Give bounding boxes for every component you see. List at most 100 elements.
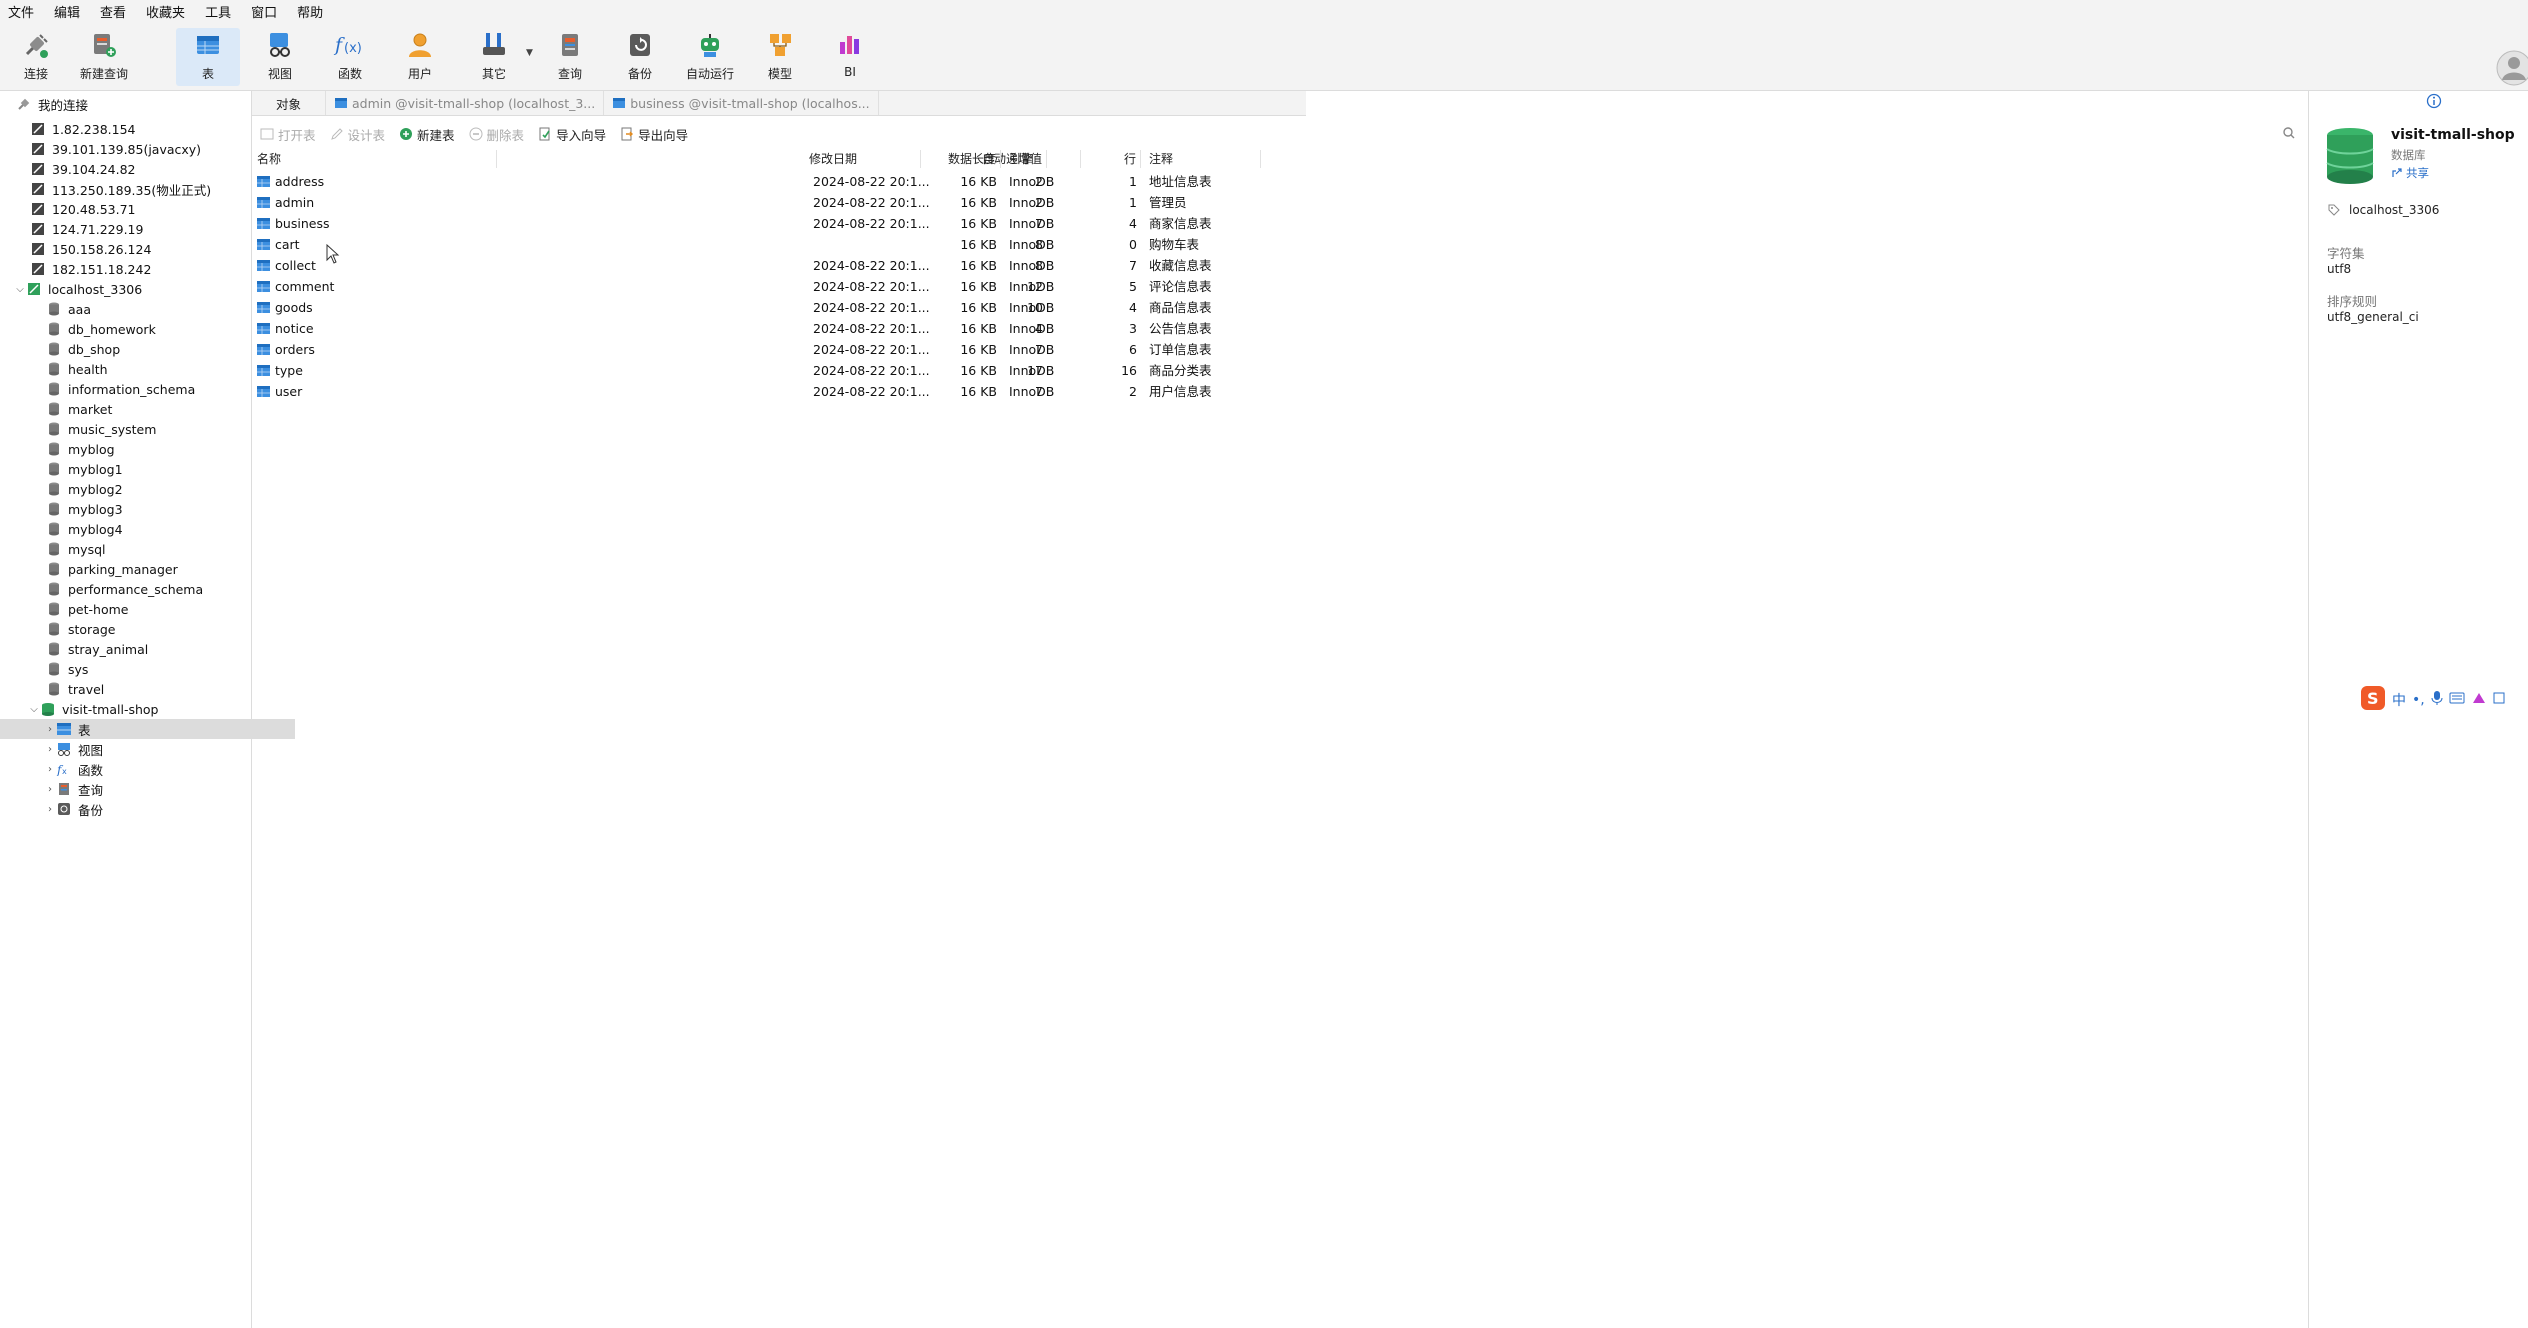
table-row[interactable]: type 17 2024-08-22 20:1... 16 KB InnoDB 16 商品分…	[252, 360, 1262, 381]
delete-table-button[interactable]: 删除表	[469, 125, 524, 144]
model-button[interactable]: 模型	[748, 28, 812, 86]
tree-backups[interactable]: › 备份	[0, 799, 295, 819]
tree-database[interactable]: myblog4	[0, 519, 297, 539]
menu-view[interactable]: 查看	[92, 2, 138, 21]
tree-database[interactable]: parking_manager	[0, 559, 297, 579]
table-button[interactable]: 表	[176, 28, 240, 86]
menu-help[interactable]: 帮助	[289, 2, 335, 21]
tree-connection[interactable]: 39.104.24.82	[0, 159, 281, 179]
tree-connection[interactable]: 113.250.189.35(物业正式)	[0, 179, 281, 199]
tree-active-db[interactable]: ⌵ visit-tmall-shop	[0, 699, 279, 719]
bi-button[interactable]: BI	[818, 28, 882, 86]
microphone-icon[interactable]	[2431, 690, 2443, 710]
table-row[interactable]: goods 10 2024-08-22 20:1... 16 KB InnoDB 4 商品信…	[252, 297, 1262, 318]
query-button[interactable]: 查询	[538, 28, 602, 86]
table-row[interactable]: business 7 2024-08-22 20:1... 16 KB InnoDB 4 商…	[252, 213, 1262, 234]
tab-objects[interactable]: 对象	[252, 91, 327, 115]
tree-database[interactable]: pet-home	[0, 599, 297, 619]
tree-root[interactable]: 我的连接	[0, 94, 267, 114]
new-table-button[interactable]: 新建表	[399, 125, 455, 144]
backup-button[interactable]: 备份	[608, 28, 672, 86]
chevron-down-icon[interactable]: ⌵	[28, 703, 40, 715]
col-comment[interactable]: 注释	[1141, 150, 1261, 168]
tree-database[interactable]: myblog3	[0, 499, 297, 519]
tree-tables[interactable]: › 表	[0, 719, 295, 739]
menu-tools[interactable]: 工具	[197, 2, 243, 21]
table-row[interactable]: notice 4 2024-08-22 20:1... 16 KB InnoDB 3 公告信…	[252, 318, 1262, 339]
user-button[interactable]: 用户	[388, 28, 452, 86]
col-engine[interactable]: 引擎	[1001, 150, 1081, 168]
tree-database[interactable]: myblog	[0, 439, 297, 459]
chevron-right-icon[interactable]: ›	[44, 723, 56, 735]
tree-database[interactable]: storage	[0, 619, 297, 639]
table-row[interactable]: admin 2 2024-08-22 20:1... 16 KB InnoDB 1 管理员	[252, 192, 1262, 213]
keyboard-icon[interactable]	[2449, 692, 2465, 708]
tree-database[interactable]: performance_schema	[0, 579, 297, 599]
menu-file[interactable]: 文件	[0, 2, 46, 21]
table-row[interactable]: address 2 2024-08-22 20:1... 16 KB InnoDB 1 地址…	[252, 171, 1262, 192]
view-button[interactable]: 视图	[248, 28, 312, 86]
cell-comment: 管理员	[1149, 195, 1187, 210]
tree-database[interactable]: music_system	[0, 419, 297, 439]
account-avatar[interactable]	[2488, 48, 2528, 88]
info-icon[interactable]	[2426, 93, 2442, 109]
menu-window[interactable]: 窗口	[243, 2, 289, 21]
skin-icon[interactable]	[2471, 691, 2487, 709]
tab-business[interactable]: business @visit-tmall-shop (localhos...	[604, 91, 879, 115]
table-row[interactable]: collect 8 2024-08-22 20:1... 16 KB InnoDB 7 收藏…	[252, 255, 1262, 276]
menu-favorites[interactable]: 收藏夹	[138, 2, 197, 21]
auto-run-button[interactable]: 自动运行	[678, 28, 742, 86]
tree-database[interactable]: myblog2	[0, 479, 297, 499]
table-icon	[256, 258, 271, 273]
tree-connection[interactable]: 1.82.238.154	[0, 119, 281, 139]
other-dropdown-icon[interactable]: ▼	[526, 48, 533, 58]
tab-admin[interactable]: admin @visit-tmall-shop (localhost_3...	[326, 91, 605, 115]
menu-edit[interactable]: 编辑	[46, 2, 92, 21]
tree-connection[interactable]: 124.71.229.19	[0, 219, 281, 239]
table-row[interactable]: comment 12 2024-08-22 20:1... 16 KB InnoDB 5 评…	[252, 276, 1262, 297]
chevron-right-icon[interactable]: ›	[44, 803, 56, 815]
punctuation-icon[interactable]: •,	[2412, 692, 2425, 708]
table-row[interactable]: cart 8 16 KB InnoDB 0 购物车表	[252, 234, 1262, 255]
table-icon	[612, 96, 626, 110]
tree-database[interactable]: myblog1	[0, 459, 297, 479]
tree-functions[interactable]: › fx 函数	[0, 759, 295, 779]
new-query-button[interactable]: 新建查询	[72, 28, 136, 86]
share-link[interactable]: 共享	[2391, 165, 2429, 181]
chevron-right-icon[interactable]: ›	[44, 743, 56, 755]
tree-database[interactable]: sys	[0, 659, 297, 679]
tree-database[interactable]: mysql	[0, 539, 297, 559]
tree-connection[interactable]: 182.151.18.242	[0, 259, 281, 279]
menu-bar: 文件 编辑 查看 收藏夹 工具 窗口 帮助	[0, 0, 2528, 22]
connect-button[interactable]: 连接	[4, 28, 68, 86]
col-name[interactable]: 名称	[257, 150, 497, 168]
col-modified[interactable]: 修改日期	[795, 150, 921, 168]
tree-localhost[interactable]: ⌵ localhost_3306	[0, 279, 265, 299]
function-button[interactable]: f (x) 函数	[318, 28, 382, 86]
tree-connection[interactable]: 150.158.26.124	[0, 239, 281, 259]
tree-queries[interactable]: › 查询	[0, 779, 295, 799]
export-wizard-button[interactable]: 导出向导	[620, 125, 688, 144]
tree-database[interactable]: stray_animal	[0, 639, 297, 659]
design-table-button[interactable]: 设计表	[330, 125, 385, 144]
ime-lang[interactable]: 中	[2392, 690, 2406, 710]
table-row[interactable]: user 7 2024-08-22 20:1... 16 KB InnoDB 2 用户信息表	[252, 381, 1262, 402]
chevron-right-icon[interactable]: ›	[44, 763, 56, 775]
table-row[interactable]: orders 7 2024-08-22 20:1... 16 KB InnoDB 6 订单信…	[252, 339, 1262, 360]
tree-database[interactable]: market	[0, 399, 297, 419]
chevron-down-icon[interactable]: ⌵	[14, 283, 26, 295]
cell-engine: InnoDB	[1009, 258, 1055, 273]
search-icon[interactable]	[2282, 126, 2298, 142]
tree-connection[interactable]: 39.101.139.85(javacxy)	[0, 139, 281, 159]
tree-connection[interactable]: 120.48.53.71	[0, 199, 281, 219]
tree-database[interactable]: travel	[0, 679, 297, 699]
open-table-button[interactable]: 打开表	[260, 125, 316, 144]
import-wizard-button[interactable]: 导入向导	[538, 125, 606, 144]
other-button[interactable]: 其它	[462, 28, 526, 86]
col-rows[interactable]: 行	[1081, 150, 1141, 168]
col-data-length[interactable]: 数据长度	[921, 150, 1001, 168]
ime-menu-icon[interactable]	[2493, 691, 2505, 709]
tree-views[interactable]: › 视图	[0, 739, 295, 759]
sogou-icon[interactable]: S	[2360, 685, 2386, 715]
chevron-right-icon[interactable]: ›	[44, 783, 56, 795]
